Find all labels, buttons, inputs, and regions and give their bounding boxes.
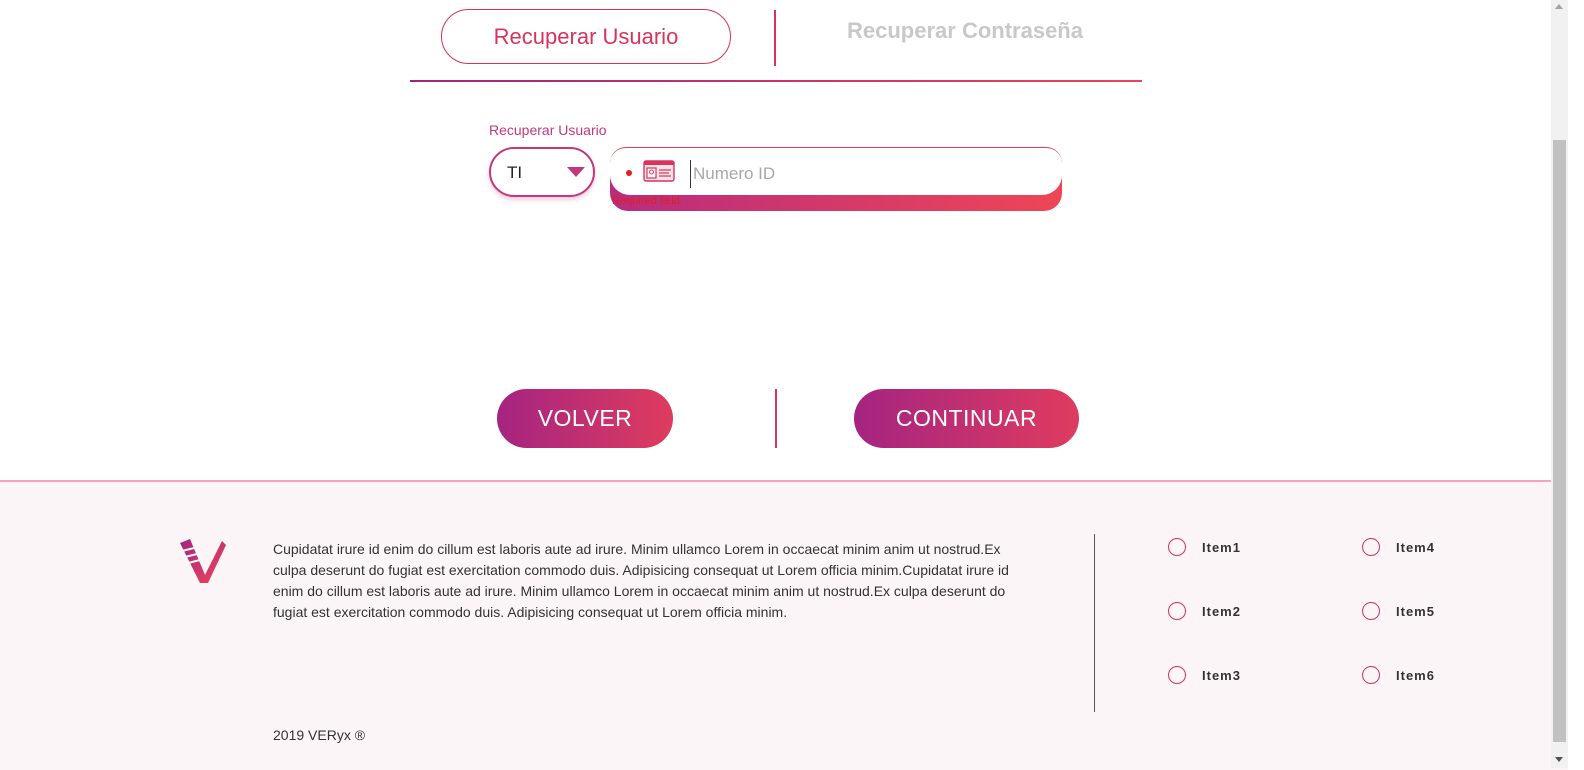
footer-item-label: Item2 [1202, 603, 1241, 619]
id-number-input[interactable] [690, 160, 1035, 188]
footer-item-6[interactable]: Item6 [1362, 664, 1435, 686]
continue-button-label: CONTINUAR [895, 405, 1038, 431]
chevron-down-icon [567, 167, 585, 177]
id-field[interactable] [610, 147, 1062, 195]
footer-item-label: Item3 [1202, 667, 1241, 683]
tab-underline [410, 80, 1142, 82]
footer-item-3[interactable]: Item3 [1168, 664, 1241, 686]
radio-circle-icon [1362, 538, 1380, 556]
footer-divider [1094, 534, 1095, 712]
scroll-up-icon[interactable] [1555, 4, 1563, 9]
tab-recuperar-usuario-label: Recuperar Usuario [493, 23, 679, 49]
copyright: 2019 VERyx ® [273, 727, 366, 743]
radio-circle-icon [1168, 666, 1186, 684]
radio-circle-icon [1362, 602, 1380, 620]
required-indicator [626, 170, 632, 176]
footer-description: Cupidatat irure id enim do cillum est la… [273, 541, 1009, 620]
footer-item-label: Item6 [1396, 667, 1435, 683]
veryx-logo [180, 539, 226, 583]
form-label: Recuperar Usuario [489, 122, 607, 138]
radio-circle-icon [1168, 602, 1186, 620]
footer-item-5[interactable]: Item5 [1362, 600, 1435, 622]
footer-item-1[interactable]: Item1 [1168, 536, 1241, 558]
id-card-icon [643, 160, 675, 182]
vertical-scrollbar[interactable] [1551, 0, 1568, 768]
continue-button[interactable]: CONTINUAR [854, 389, 1079, 448]
tab-recuperar-usuario[interactable]: Recuperar Usuario [441, 9, 731, 64]
back-button[interactable]: VOLVER [497, 389, 673, 448]
radio-circle-icon [1168, 538, 1186, 556]
document-type-select[interactable]: TI [489, 147, 595, 197]
radio-circle-icon [1362, 666, 1380, 684]
scroll-down-icon[interactable] [1555, 757, 1563, 762]
page: Recuperar Usuario Recuperar Contraseña R… [0, 0, 1568, 770]
scrollbar-thumb[interactable] [1553, 140, 1566, 742]
footer: Cupidatat irure id enim do cillum est la… [0, 480, 1568, 770]
footer-item-label: Item5 [1396, 603, 1435, 619]
tab-divider [774, 10, 776, 66]
document-type-value: TI [507, 163, 523, 182]
footer-item-2[interactable]: Item2 [1168, 600, 1241, 622]
footer-item-label: Item4 [1396, 539, 1435, 555]
tab-recuperar-contrasena[interactable]: Recuperar Contraseña [800, 14, 1130, 48]
tab-recuperar-contrasena-label: Recuperar Contraseña [847, 18, 1083, 43]
back-button-label: VOLVER [537, 405, 633, 431]
error-message: Required field [612, 195, 680, 207]
footer-item-label: Item1 [1202, 539, 1241, 555]
buttons-divider [775, 389, 777, 448]
footer-item-4[interactable]: Item4 [1362, 536, 1435, 558]
